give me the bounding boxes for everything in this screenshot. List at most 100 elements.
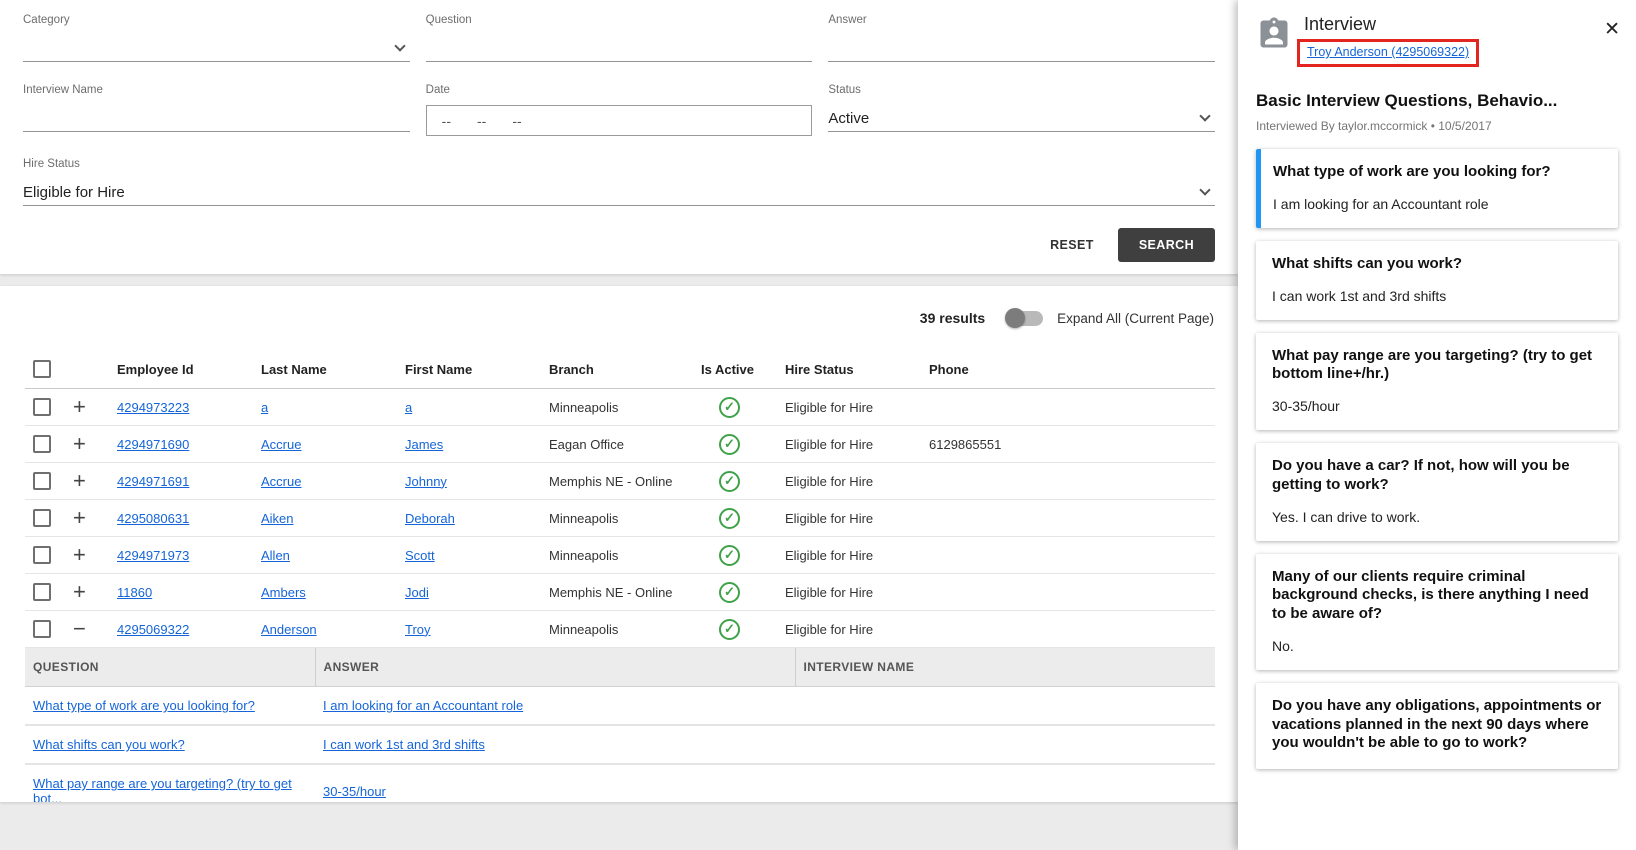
interview-card-icon — [1256, 16, 1292, 57]
expand-row-button[interactable]: + — [73, 396, 86, 418]
branch-cell: Minneapolis — [541, 499, 693, 537]
expand-row-button[interactable]: + — [73, 433, 86, 455]
annotation-highlight-box: Troy Anderson (4295069322) — [1297, 39, 1480, 67]
qa-answer: 30-35/hour — [1272, 398, 1340, 414]
qa-question: Do you have a car? If not, how will you … — [1272, 457, 1570, 493]
expand-row-button[interactable]: + — [73, 470, 86, 492]
chevron-down-icon — [1199, 110, 1211, 122]
qa-card: Do you have a car? If not, how will you … — [1256, 443, 1618, 541]
search-filters-panel: Category Question Answer Interview Name — [0, 0, 1238, 274]
row-checkbox[interactable] — [33, 472, 51, 490]
employee-id-link[interactable]: 4294971973 — [117, 548, 189, 563]
last-name-link[interactable]: Accrue — [261, 437, 301, 452]
first-name-link[interactable]: Troy — [405, 622, 431, 637]
last-name-link[interactable]: Accrue — [261, 474, 301, 489]
last-name-link[interactable]: Allen — [261, 548, 290, 563]
row-checkbox[interactable] — [33, 620, 51, 638]
detail-answer-link[interactable]: I am looking for an Accountant role — [323, 698, 523, 713]
detail-interview-name-cell — [795, 686, 1215, 726]
row-checkbox[interactable] — [33, 583, 51, 601]
phone-cell — [921, 499, 1061, 537]
question-input[interactable] — [425, 35, 813, 62]
select-all-checkbox[interactable] — [33, 360, 51, 378]
qa-question: Do you have any obligations, appointment… — [1272, 696, 1602, 752]
first-name-link[interactable]: Johnny — [405, 474, 447, 489]
detail-question-link[interactable]: What shifts can you work? — [33, 737, 185, 752]
branch-cell: Minneapolis — [541, 388, 693, 426]
active-check-icon: ✓ — [719, 470, 740, 492]
column-header: Branch — [541, 350, 693, 389]
chevron-down-icon — [1199, 184, 1211, 196]
reset-button[interactable]: RESET — [1034, 228, 1110, 262]
first-name-link[interactable]: Jodi — [405, 585, 429, 600]
phone-cell — [921, 573, 1061, 611]
date-input[interactable]: -- -- -- — [425, 105, 813, 136]
interview-name-label: Interview Name — [23, 84, 103, 96]
last-name-link[interactable]: Aiken — [261, 511, 294, 526]
qa-question: What pay range are you targeting? (try t… — [1272, 346, 1593, 383]
detail-question-link[interactable]: What pay range are you targeting? (try t… — [33, 776, 292, 802]
row-checkbox[interactable] — [33, 435, 51, 453]
detail-row: What type of work are you looking for? I … — [25, 686, 1215, 726]
expand-row-button[interactable]: + — [73, 507, 86, 529]
employee-id-link[interactable]: 4294971691 — [117, 474, 189, 489]
expand-row-button[interactable]: + — [73, 544, 86, 566]
phone-cell — [921, 610, 1061, 648]
active-check-icon: ✓ — [719, 544, 740, 566]
detail-column-header: ANSWER — [314, 648, 795, 687]
table-row: +4295080631 Aiken Deborah Minneapolis ✓ Eligi… — [25, 499, 1215, 537]
first-name-link[interactable]: Scott — [405, 548, 435, 563]
qa-question: What type of work are you looking for? — [1273, 163, 1551, 180]
interview-name-input[interactable] — [23, 105, 410, 132]
active-check-icon: ✓ — [719, 618, 740, 640]
answer-input[interactable] — [828, 35, 1215, 62]
row-checkbox[interactable] — [33, 509, 51, 527]
date-year-segment[interactable]: -- — [512, 113, 521, 129]
chevron-down-icon — [393, 40, 406, 52]
branch-cell: Memphis NE - Online — [541, 462, 693, 500]
employee-id-link[interactable]: 4295080631 — [117, 511, 189, 526]
last-name-link[interactable]: a — [261, 400, 268, 415]
status-label: Status — [828, 84, 861, 96]
status-field: Status Active — [828, 84, 1215, 136]
row-checkbox[interactable] — [33, 398, 51, 416]
qa-question: What shifts can you work? — [1272, 254, 1463, 272]
expand-all-toggle[interactable] — [1005, 307, 1044, 328]
results-bar: 39 results Expand All (Current Page) — [0, 300, 1238, 350]
last-name-link[interactable]: Ambers — [261, 585, 306, 600]
hire-status-cell: Eligible for Hire — [777, 610, 921, 648]
last-name-link[interactable]: Anderson — [261, 622, 317, 637]
status-select[interactable]: Active — [828, 105, 1215, 132]
close-icon[interactable]: ✕ — [1604, 18, 1620, 41]
detail-answer-link[interactable]: I can work 1st and 3rd shifts — [323, 737, 485, 752]
first-name-link[interactable]: James — [405, 437, 443, 452]
employee-id-link[interactable]: 11860 — [117, 585, 152, 600]
branch-cell: Memphis NE - Online — [541, 573, 693, 611]
results-tbody: +4294973223 a a Minneapolis ✓ Eligible for Hi… — [25, 388, 1215, 802]
date-month-segment[interactable]: -- — [442, 113, 451, 129]
hire-status-field: Hire Status Eligible for Hire — [23, 158, 1215, 206]
employee-id-link[interactable]: 4294971690 — [117, 437, 189, 452]
person-link[interactable]: Troy Anderson (4295069322) — [1307, 45, 1469, 59]
first-name-link[interactable]: Deborah — [405, 511, 455, 526]
hire-status-cell: Eligible for Hire — [777, 573, 921, 611]
expand-row-button[interactable]: + — [73, 581, 86, 603]
detail-answer-link[interactable]: 30-35/hour — [323, 784, 386, 799]
hire-status-select[interactable]: Eligible for Hire — [23, 179, 1215, 206]
first-name-link[interactable]: a — [405, 400, 412, 415]
interview-name-field: Interview Name — [23, 84, 410, 136]
category-select[interactable] — [23, 35, 410, 62]
collapse-row-button[interactable]: − — [73, 618, 86, 640]
row-checkbox[interactable] — [33, 546, 51, 564]
date-day-segment[interactable]: -- — [477, 113, 486, 129]
interview-title: Basic Interview Questions, Behavio... — [1256, 91, 1558, 110]
employee-id-link[interactable]: 4295069322 — [117, 622, 189, 637]
search-button[interactable]: SEARCH — [1117, 228, 1215, 262]
detail-question-link[interactable]: What type of work are you looking for? — [33, 698, 255, 713]
branch-cell: Eagan Office — [541, 425, 693, 463]
employee-id-link[interactable]: 4294973223 — [117, 400, 189, 415]
active-check-icon: ✓ — [719, 433, 740, 455]
column-header: First Name — [397, 350, 541, 389]
category-label: Category — [23, 14, 70, 26]
active-check-icon: ✓ — [719, 581, 740, 603]
